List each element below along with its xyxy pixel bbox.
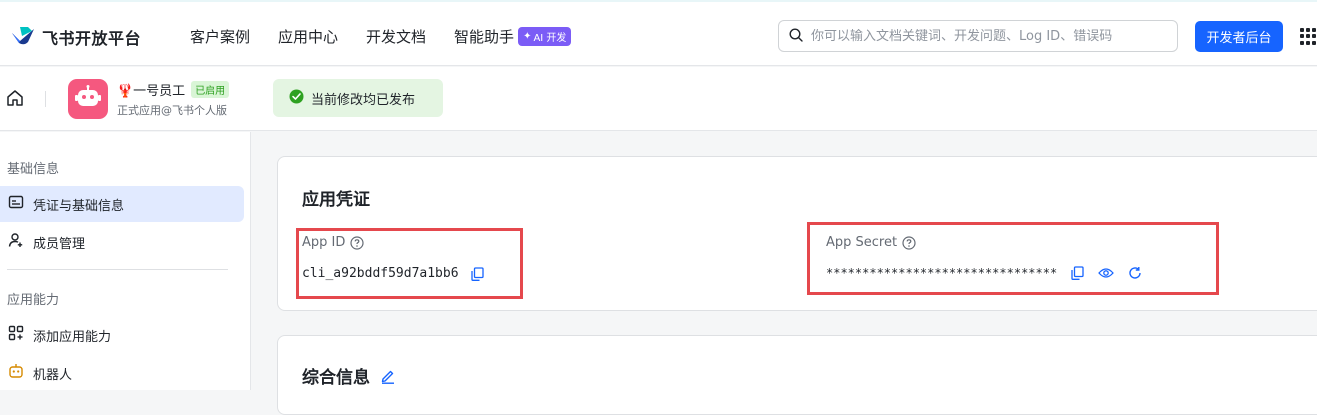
publish-status-text: 当前修改均已发布 bbox=[311, 92, 416, 108]
capability-icon bbox=[8, 325, 24, 345]
sidebar-item-add-capability[interactable]: 添加应用能力 bbox=[0, 317, 244, 353]
sidebar-divider bbox=[7, 269, 228, 270]
ai-badge: ✦ AI 开发 bbox=[518, 27, 572, 46]
app-subtitle: 正式应用@飞书个人版 bbox=[117, 104, 227, 117]
sidebar: 基础信息 凭证与基础信息 成员管理 应用能力 添加应用能力 机器人 bbox=[0, 132, 251, 390]
credential-icon bbox=[8, 194, 24, 214]
sidebar-item-members[interactable]: 成员管理 bbox=[0, 224, 244, 260]
sidebar-section-title: 应用能力 bbox=[7, 293, 60, 308]
feishu-logo-icon bbox=[10, 24, 36, 50]
credentials-card: 应用凭证 App ID cli_a92bddf59d7a1bb6 App Sec… bbox=[277, 156, 1317, 311]
highlight-box-app-secret bbox=[807, 222, 1219, 295]
nav-label: 应用中心 bbox=[278, 28, 339, 46]
publish-status-banner: 当前修改均已发布 bbox=[273, 79, 443, 117]
check-circle-icon bbox=[289, 89, 304, 108]
logo[interactable]: 飞书开放平台 bbox=[10, 24, 141, 50]
highlight-box-app-id bbox=[296, 228, 523, 299]
member-icon bbox=[8, 232, 24, 252]
nav-customer-cases[interactable]: 客户案例 bbox=[190, 26, 250, 47]
credentials-title: 应用凭证 bbox=[302, 190, 370, 210]
nav-label: 客户案例 bbox=[190, 28, 251, 46]
status-badge: 已启用 bbox=[191, 81, 230, 98]
search-icon bbox=[789, 27, 803, 46]
sidebar-item-label: 凭证与基础信息 bbox=[33, 198, 125, 214]
sidebar-item-label: 机器人 bbox=[33, 367, 73, 383]
sidebar-item-credentials[interactable]: 凭证与基础信息 bbox=[0, 186, 244, 222]
sidebar-item-robot[interactable]: 机器人 bbox=[0, 355, 244, 391]
divider bbox=[45, 91, 46, 107]
app-bar: 🦞一号员工 已启用 正式应用@飞书个人版 当前修改均已发布 bbox=[0, 67, 1317, 131]
home-icon[interactable] bbox=[6, 89, 24, 111]
search-input[interactable] bbox=[811, 28, 1177, 44]
nav-dev-docs[interactable]: 开发文档 bbox=[366, 26, 426, 47]
robot-icon bbox=[8, 363, 24, 383]
app-grid-icon[interactable] bbox=[1300, 28, 1317, 45]
nav-label: 开发文档 bbox=[366, 28, 427, 46]
general-info-header: 综合信息 bbox=[302, 363, 396, 388]
search-box[interactable] bbox=[778, 20, 1178, 52]
sidebar-item-label: 成员管理 bbox=[33, 236, 86, 252]
app-name: 🦞一号员工 bbox=[117, 84, 186, 99]
nav-app-center[interactable]: 应用中心 bbox=[278, 26, 338, 47]
developer-console-button[interactable]: 开发者后台 bbox=[1195, 21, 1283, 52]
app-name-row: 🦞一号员工 已启用 bbox=[117, 80, 230, 99]
sidebar-item-label: 添加应用能力 bbox=[33, 329, 112, 345]
general-info-card: 综合信息 bbox=[277, 335, 1317, 415]
ai-badge-label: AI 开发 bbox=[533, 33, 567, 44]
nav-ai-assistant[interactable]: 智能助手 ✦ AI 开发 bbox=[454, 26, 572, 47]
app-avatar bbox=[68, 79, 108, 119]
edit-icon[interactable] bbox=[380, 368, 396, 384]
nav-label: 智能助手 bbox=[454, 28, 515, 46]
general-info-title: 综合信息 bbox=[302, 368, 370, 388]
sparkle-icon: ✦ bbox=[523, 31, 532, 42]
main-nav: 客户案例 应用中心 开发文档 智能助手 ✦ AI 开发 bbox=[190, 26, 572, 47]
top-bar: 飞书开放平台 客户案例 应用中心 开发文档 智能助手 ✦ AI 开发 开发者后台 bbox=[0, 0, 1317, 66]
sidebar-section-title: 基础信息 bbox=[7, 162, 60, 177]
robot-avatar-icon bbox=[75, 85, 101, 113]
brand-name: 飞书开放平台 bbox=[42, 29, 142, 48]
